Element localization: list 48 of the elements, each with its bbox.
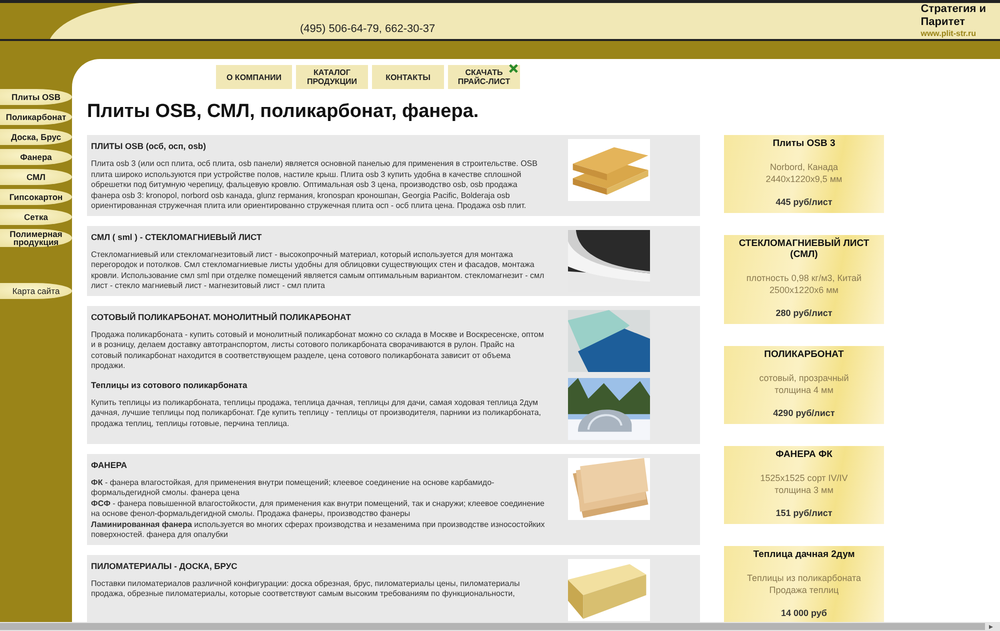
section-heading: Теплицы из сотового поликарбоната: [91, 380, 248, 390]
sidebar-item[interactable]: Сетка: [0, 209, 72, 225]
site-url: www.plit-str.ru: [920, 29, 977, 38]
spreadsheet-icon: [509, 64, 518, 73]
company-name: Стратегия и Паритет: [920, 3, 986, 29]
description: Плита osb 3 (или осп плита, осб плита, osb панели) является основной панелью для применения в строительстве. OSB плита широко используются при устройстве полов, настиле крыш. Плита osb 3 купить удобна в качестве сплошной обрешетки под битумную черепицу, фальцевую кровлю. Оптимальная osb 3 цена, производство osb, osb продажа фанера osb 3: kronopol, norbord osb канада, glunz германия, kronospan кроношпан, Georgia Pacific, Bolderaja osb ориентированная стружечная плита или ориентированно стружечная плита осп - осб плита цена. Продажа osb плит.: [91, 159, 538, 212]
card-title: СТЕКЛОМАГНИЕВЫЙ ЛИСТ (СМЛ): [738, 238, 870, 260]
card-title: Теплица дачная 2дум: [752, 549, 856, 560]
horizontal-scrollbar[interactable]: [0, 622, 1000, 631]
page-title: Плиты OSB, СМЛ, поликарбонат, фанера.: [87, 101, 480, 123]
card-details: Теплицы из поликарбоната Продажа теплиц: [746, 572, 862, 596]
description: Поставки пиломатериалов различной конфигурации: доска обрезная, брус, пиломатериалы цены, пиломатериалы продажа, обрезные пиломатериалы, которые соответствуют самым высоким требованиям по функциональности,: [91, 578, 521, 600]
card-price: 151 руб/лист: [774, 508, 834, 518]
sidebar-item[interactable]: Полимерная продукция: [0, 229, 72, 247]
section-heading: СМЛ ( sml ) - СТЕКЛОМАГНИЕВЫЙ ЛИСТ: [91, 232, 263, 242]
card-details: плотность 0,98 кг/м3, Китай 2500x1220x6 мм: [745, 272, 863, 296]
sidebar-item[interactable]: СМЛ: [0, 169, 72, 185]
card-price: 4290 руб/лист: [772, 408, 836, 418]
sidebar-item[interactable]: Фанера: [0, 149, 72, 165]
sidebar-item[interactable]: Поликарбонат: [0, 109, 72, 125]
card-title: ФАНЕРА ФК: [774, 449, 834, 460]
phone-number: (495) 506-64-79, 662-30-37: [300, 23, 436, 35]
scroll-right-icon[interactable]: [988, 624, 994, 630]
nav-tab[interactable]: КАТАЛОГ ПРОДУКЦИИ: [296, 65, 368, 89]
description: Купить теплицы из поликарбоната, теплицы продажа, теплица дачная, теплицы для дачи, самая ходовая теплица 2дум дачная, лучшие теплицы под поликарбонат. Где купить теплицу - теплицы от производителя, парники из поликарбоната, продажа теплиц, теплицы готовые, перчина теплица.: [91, 398, 542, 429]
nav-tab[interactable]: СКАЧАТЬ ПРАЙС-ЛИСТ: [448, 65, 520, 89]
sidebar-item[interactable]: Доска, Брус: [0, 129, 72, 145]
card-details: Norbord, Канада 2440x1220x9,5 мм: [764, 161, 844, 185]
section-heading: СОТОВЫЙ ПОЛИКАРБОНАТ. МОНОЛИТНЫЙ ПОЛИКАРБОНАТ: [91, 312, 352, 322]
card-price: 280 руб/лист: [774, 308, 834, 318]
nav-tab[interactable]: КОНТАКТЫ: [372, 65, 444, 89]
sitemap-link[interactable]: Карта сайта: [0, 283, 72, 299]
card-title: Плиты OSB 3: [772, 138, 836, 149]
card-price: 445 руб/лист: [774, 197, 834, 207]
description: Продажа поликарбоната - купить сотовый и монолитный поликарбонат можно со склада в Москве и Воскресенске, оптом и в розницу, делаем доставку автотранспортом, листы сотового поликарбоната сворачиваются в рулон. Прайс на сотовый поликарбонат находится в соответствующем разделе, цена сотового поликарбоната зависит от объема продажи.: [91, 330, 545, 372]
section-heading: ПИЛОМАТЕРИАЛЫ - ДОСКА, БРУС: [91, 560, 238, 570]
card-price: 14 000 руб: [780, 608, 828, 618]
card-details: сотовый, прозрачный толщина 4 мм: [758, 372, 850, 396]
nav-tab[interactable]: О КОМПАНИИ: [216, 65, 292, 89]
section-heading: ФАНЕРА: [91, 460, 128, 470]
section-heading: ПЛИТЫ OSB (осб, осп, osb): [91, 141, 207, 151]
description: Ламинированная фанера используется во многих сферах производства и незаменима при производстве износостойких поверхностей. фанера для опалубки: [91, 520, 546, 540]
description: Стекломагниевый или стекломагнезитовый лист - высокопрочный материал, который используется для монтажа перегородок и потолков. Смл стекломагниевые листы удобны для облицовки существующих стен и фасадов, монтажа кровли. Использование смл sml при отделке помещений является самым оптимальным вариантом. стекломагнезит - смл лист - стекло магниевый лист - магнезитовый лист - смл плита: [91, 250, 546, 292]
sidebar-item[interactable]: Гипсокартон: [0, 189, 72, 205]
sidebar-item[interactable]: Плиты OSB: [0, 89, 72, 105]
card-title: ПОЛИКАРБОНАТ: [763, 349, 845, 360]
description: ФК - фанера влагостойкая, для применения внутри помещений; клеевое соединение на основе карбамидо-формальдегидной смолы. фанера цена: [91, 478, 496, 498]
card-details: 1525x1525 сорт IV/IV толщина 3 мм: [759, 472, 849, 496]
